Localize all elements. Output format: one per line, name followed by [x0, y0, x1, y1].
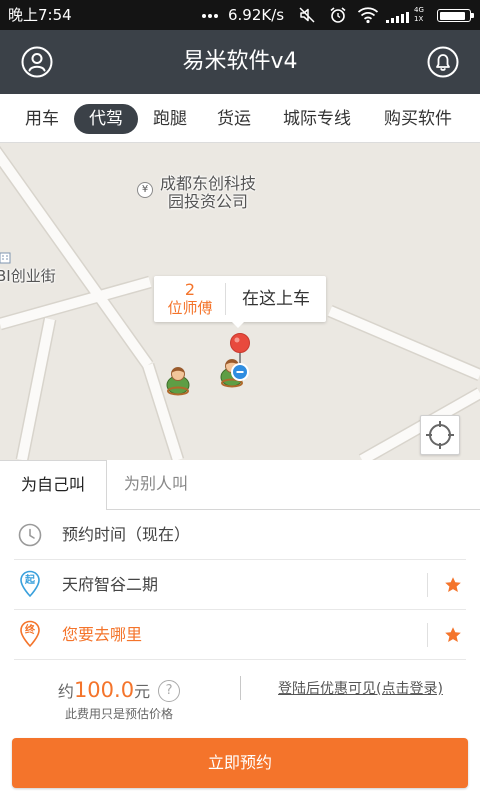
price-note: 此费用只是预估价格	[64, 707, 173, 721]
app-screen: 晚上7:54 6.92K/s 4G 1X 易米软件v4 用车 代驾 跑腿 货运 …	[0, 0, 480, 800]
login-link[interactable]: 登陆后优惠可见(点击登录)	[241, 678, 480, 700]
tab-call-for-others[interactable]: 为别人叫	[107, 460, 480, 510]
destination-input[interactable]: 您要去哪里	[62, 610, 142, 660]
network-speed: 6.92K/s	[228, 6, 285, 24]
callout-pointer	[232, 322, 244, 328]
tab-intercity[interactable]: 城际专线	[268, 104, 366, 134]
more-dots-icon	[202, 14, 218, 18]
question-icon[interactable]: ?	[158, 679, 181, 702]
tab-errand[interactable]: 跑腿	[138, 104, 202, 134]
tab-designated-driver[interactable]: 代驾	[74, 104, 138, 134]
crosshair-icon	[426, 421, 454, 449]
tab-call-for-self[interactable]: 为自己叫	[0, 460, 107, 510]
start-pin-icon: 起	[19, 570, 41, 598]
my-location-dot	[231, 363, 249, 381]
driver-unit: 位师傅	[167, 299, 213, 317]
reservation-time-row[interactable]: 预约时间（现在）	[14, 510, 466, 560]
app-header: 易米软件v4	[0, 30, 480, 94]
tab-car[interactable]: 用车	[10, 104, 74, 134]
page-title: 易米软件v4	[182, 49, 298, 74]
network-type-top: 4G	[414, 6, 424, 14]
battery-level	[439, 11, 465, 20]
start-location-row[interactable]: 起 天府智谷二期	[14, 560, 466, 610]
alarm-icon	[329, 6, 347, 28]
battery-icon	[437, 9, 471, 22]
poi-label-line1: 成都东创科技	[159, 174, 256, 193]
battery-cap	[471, 13, 474, 18]
signal-icon	[386, 8, 412, 27]
end-pin-icon: 终	[19, 620, 41, 648]
mute-icon	[298, 6, 316, 28]
price-unit: 元	[134, 682, 151, 701]
wifi-icon	[357, 6, 379, 28]
bell-icon[interactable]	[427, 46, 459, 78]
locate-button[interactable]	[420, 415, 460, 455]
price-amount: 100.0	[73, 678, 135, 702]
building-icon	[0, 249, 12, 264]
start-badge: 起	[25, 575, 35, 586]
star-icon[interactable]	[444, 576, 462, 594]
map-view[interactable]: ¥ 成都东创科技 园投资公司 BI创业街 2 位师傅 在这上车	[0, 143, 480, 460]
row-divider	[427, 573, 428, 597]
star-icon[interactable]	[444, 626, 462, 644]
poi-label-line2: 园投资公司	[167, 192, 248, 211]
pickup-callout[interactable]: 2 位师傅 在这上车	[154, 276, 326, 328]
pickup-here-label: 在这上车	[242, 289, 310, 309]
destination-row[interactable]: 终 您要去哪里	[14, 610, 466, 660]
street-label: BI创业街	[0, 267, 56, 285]
order-panel: 为自己叫 为别人叫 预约时间（现在） 起 天府智谷二期 终 您要去哪里 约100…	[0, 460, 480, 800]
end-badge: 终	[25, 625, 35, 636]
driver-marker	[166, 367, 190, 396]
book-now-button[interactable]: 立即预约	[12, 738, 468, 788]
user-icon[interactable]	[21, 46, 53, 78]
network-type-bottom: 1X	[414, 15, 424, 23]
poi-yen-icon: ¥	[137, 182, 153, 198]
tab-buy-software[interactable]: 购买软件	[369, 104, 467, 134]
tab-freight[interactable]: 货运	[202, 104, 266, 134]
status-time: 晚上7:54	[8, 6, 72, 24]
price-prefix: 约	[57, 682, 74, 701]
reservation-time-label: 预约时间（现在）	[62, 525, 191, 544]
estimated-price: 约100.0元?	[0, 676, 238, 704]
row-divider	[427, 623, 428, 647]
status-bar: 晚上7:54 6.92K/s 4G 1X	[0, 0, 480, 30]
start-location-text: 天府智谷二期	[62, 575, 159, 594]
poi-label: 成都东创科技 园投资公司	[156, 175, 260, 211]
nearby-drivers: 2 位师傅	[154, 280, 226, 317]
service-tabs: 用车 代驾 跑腿 货运 城际专线 购买软件	[0, 94, 480, 143]
clock-icon	[18, 523, 42, 547]
driver-count: 2	[184, 280, 196, 299]
